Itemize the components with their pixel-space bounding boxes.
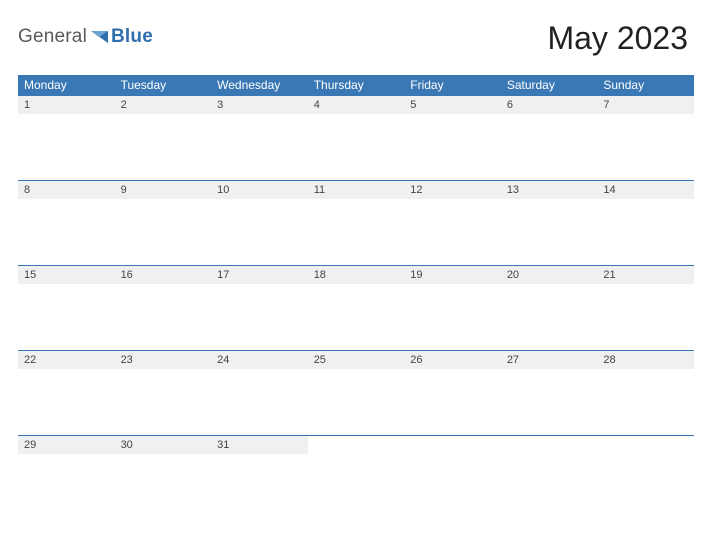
- calendar-day-cell: 27: [501, 351, 598, 436]
- day-number: 6: [501, 96, 598, 114]
- calendar-title: May 2023: [547, 20, 694, 57]
- logo-text-blue: Blue: [111, 26, 153, 48]
- calendar-week-row: 29 30 31: [18, 436, 694, 516]
- logo-triangle-icon: [91, 30, 109, 44]
- calendar-week-row: 8 9 10 11 12 13 14: [18, 181, 694, 266]
- day-number: 15: [18, 266, 115, 284]
- calendar-day-cell-empty: [308, 436, 405, 516]
- weekday-header-row: Monday Tuesday Wednesday Thursday Friday…: [18, 75, 694, 96]
- day-number: 18: [308, 266, 405, 284]
- calendar-grid: Monday Tuesday Wednesday Thursday Friday…: [18, 75, 694, 516]
- day-number: 8: [18, 181, 115, 199]
- calendar-day-cell-empty: [501, 436, 598, 516]
- logo: General Blue: [18, 20, 153, 48]
- day-number: 23: [115, 351, 212, 369]
- weekday-header: Sunday: [597, 75, 694, 96]
- day-number: [308, 436, 405, 454]
- day-number: 22: [18, 351, 115, 369]
- day-number: 5: [404, 96, 501, 114]
- calendar-day-cell: 22: [18, 351, 115, 436]
- calendar-day-cell-empty: [597, 436, 694, 516]
- weekday-header: Tuesday: [115, 75, 212, 96]
- calendar-day-cell: 9: [115, 181, 212, 266]
- weekday-header: Saturday: [501, 75, 598, 96]
- calendar-day-cell: 20: [501, 266, 598, 351]
- day-number: 27: [501, 351, 598, 369]
- day-number: 4: [308, 96, 405, 114]
- weekday-header: Wednesday: [211, 75, 308, 96]
- day-number: 19: [404, 266, 501, 284]
- day-number: 20: [501, 266, 598, 284]
- calendar-day-cell-empty: [404, 436, 501, 516]
- calendar-day-cell: 18: [308, 266, 405, 351]
- calendar-day-cell: 19: [404, 266, 501, 351]
- day-number: 28: [597, 351, 694, 369]
- weekday-header: Thursday: [308, 75, 405, 96]
- day-number: 10: [211, 181, 308, 199]
- header: General Blue May 2023: [18, 20, 694, 57]
- day-number: 12: [404, 181, 501, 199]
- day-number: 24: [211, 351, 308, 369]
- calendar-day-cell: 4: [308, 96, 405, 181]
- day-number: 9: [115, 181, 212, 199]
- day-number: 30: [115, 436, 212, 454]
- calendar-body: 1 2 3 4 5 6 7 8 9 10 11 12 13 14 15 16 1…: [18, 96, 694, 516]
- calendar-day-cell: 30: [115, 436, 212, 516]
- day-number: [597, 436, 694, 454]
- day-number: 16: [115, 266, 212, 284]
- calendar-week-row: 15 16 17 18 19 20 21: [18, 266, 694, 351]
- calendar-day-cell: 13: [501, 181, 598, 266]
- logo-text-general: General: [18, 26, 87, 48]
- day-number: 21: [597, 266, 694, 284]
- day-number: 31: [211, 436, 308, 454]
- calendar-day-cell: 10: [211, 181, 308, 266]
- day-number: 17: [211, 266, 308, 284]
- calendar-day-cell: 6: [501, 96, 598, 181]
- day-number: 14: [597, 181, 694, 199]
- calendar-day-cell: 21: [597, 266, 694, 351]
- day-number: 13: [501, 181, 598, 199]
- day-number: 29: [18, 436, 115, 454]
- day-number: [404, 436, 501, 454]
- calendar-day-cell: 15: [18, 266, 115, 351]
- day-number: 7: [597, 96, 694, 114]
- calendar-day-cell: 2: [115, 96, 212, 181]
- weekday-header: Monday: [18, 75, 115, 96]
- calendar-day-cell: 11: [308, 181, 405, 266]
- calendar-day-cell: 28: [597, 351, 694, 436]
- calendar-day-cell: 17: [211, 266, 308, 351]
- calendar-day-cell: 25: [308, 351, 405, 436]
- calendar-day-cell: 7: [597, 96, 694, 181]
- calendar-day-cell: 12: [404, 181, 501, 266]
- calendar-day-cell: 24: [211, 351, 308, 436]
- day-number: [501, 436, 598, 454]
- calendar-week-row: 22 23 24 25 26 27 28: [18, 351, 694, 436]
- calendar-day-cell: 16: [115, 266, 212, 351]
- calendar-day-cell: 8: [18, 181, 115, 266]
- calendar-day-cell: 23: [115, 351, 212, 436]
- calendar-day-cell: 26: [404, 351, 501, 436]
- calendar-day-cell: 3: [211, 96, 308, 181]
- day-number: 3: [211, 96, 308, 114]
- day-number: 26: [404, 351, 501, 369]
- calendar-day-cell: 5: [404, 96, 501, 181]
- calendar-day-cell: 31: [211, 436, 308, 516]
- calendar-day-cell: 14: [597, 181, 694, 266]
- calendar-week-row: 1 2 3 4 5 6 7: [18, 96, 694, 181]
- calendar-day-cell: 29: [18, 436, 115, 516]
- day-number: 2: [115, 96, 212, 114]
- day-number: 1: [18, 96, 115, 114]
- calendar-day-cell: 1: [18, 96, 115, 181]
- day-number: 25: [308, 351, 405, 369]
- day-number: 11: [308, 181, 405, 199]
- weekday-header: Friday: [404, 75, 501, 96]
